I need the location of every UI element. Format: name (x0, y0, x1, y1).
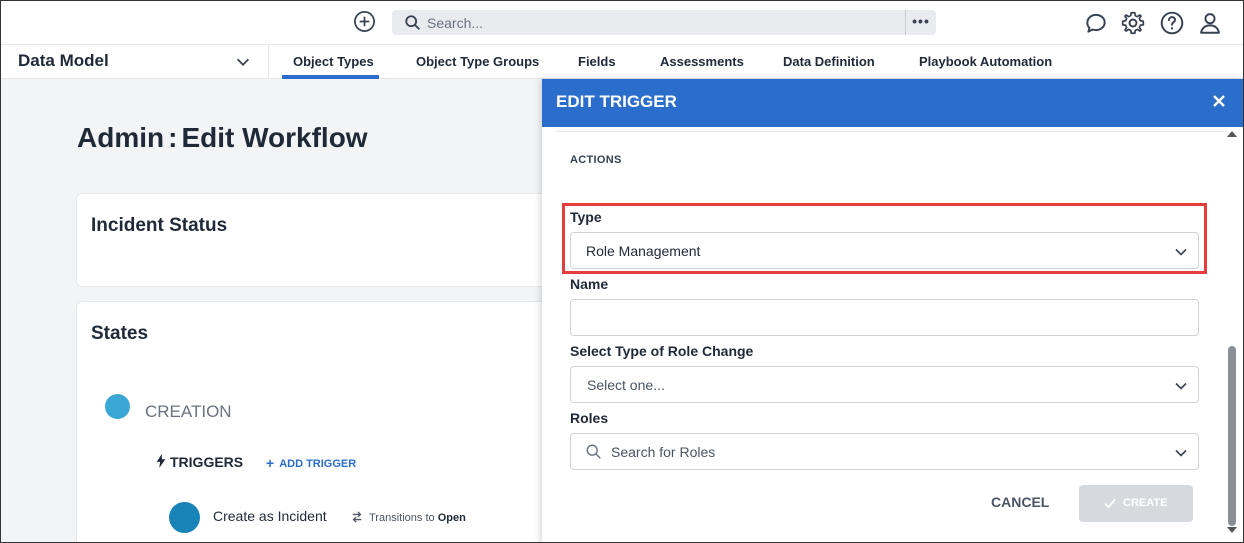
page-title: Admin: Edit Workflow (77, 122, 368, 154)
workflow-name: Incident Status (91, 215, 228, 236)
create-button-label: CREATE (1123, 497, 1168, 509)
check-icon (1104, 498, 1116, 509)
name-label: Name (570, 276, 609, 292)
roles-search-select[interactable]: Search for Roles (570, 433, 1199, 470)
role-change-label: Select Type of Role Change (570, 343, 754, 359)
transition-target: Open (437, 512, 466, 524)
tab-object-type-groups[interactable]: Object Type Groups (416, 54, 539, 69)
scroll-thumb[interactable] (1228, 346, 1236, 526)
tab-playbook-automation[interactable]: Playbook Automation (919, 54, 1052, 69)
search-icon (586, 444, 601, 459)
chevron-down-icon (1175, 382, 1187, 390)
search-more-button[interactable]: ••• (909, 10, 933, 35)
search-icon (405, 15, 420, 30)
tab-assessments[interactable]: Assessments (660, 54, 744, 69)
name-input[interactable] (570, 299, 1199, 336)
user-icon[interactable] (1197, 10, 1223, 36)
sub-navigation: Data Model Object Types Object Type Grou… (0, 45, 1244, 79)
state-name[interactable]: CREATION (145, 402, 232, 422)
search-placeholder: Search... (427, 15, 484, 31)
scroll-down-arrow[interactable] (1227, 527, 1237, 533)
triggers-label: TRIGGERS (170, 454, 244, 470)
drawer-title: EDIT TRIGGER (556, 92, 677, 111)
nav-divider (268, 45, 269, 79)
search-divider (905, 10, 906, 35)
create-button[interactable]: CREATE (1079, 485, 1193, 522)
plus-icon: + (266, 455, 275, 471)
tab-object-types[interactable]: Object Types (293, 54, 374, 69)
states-card: States (76, 301, 576, 543)
trigger-name[interactable]: Create as Incident (213, 508, 327, 524)
page-title-admin: Admin (77, 122, 165, 153)
tab-data-definition[interactable]: Data Definition (783, 54, 875, 69)
page-title-edit-workflow: Edit Workflow (181, 122, 368, 153)
role-change-placeholder: Select one... (587, 377, 665, 393)
transition-arrows-icon (352, 511, 362, 523)
transitions-label: Transitions to (369, 512, 435, 524)
triggers-heading: TRIGGERS (155, 454, 243, 470)
data-model-selector[interactable]: Data Model (18, 51, 109, 71)
scroll-up-arrow[interactable] (1227, 131, 1237, 137)
page-title-separator: : (168, 122, 178, 153)
states-heading: States (91, 323, 149, 344)
workflow-name-card: Incident Status (76, 193, 576, 287)
top-bar: Search... ••• (0, 0, 1244, 45)
trigger-indicator-dot (169, 502, 200, 533)
state-indicator-dot (105, 394, 130, 419)
chevron-down-icon (1175, 449, 1187, 457)
chevron-down-icon (1175, 248, 1187, 256)
role-change-select[interactable]: Select one... (570, 366, 1199, 403)
add-circle-icon[interactable] (353, 10, 376, 33)
global-search[interactable]: Search... ••• (392, 10, 936, 35)
drawer-divider (556, 131, 1228, 132)
actions-section-heading: ACTIONS (570, 154, 622, 166)
roles-placeholder: Search for Roles (611, 444, 716, 460)
add-trigger-button[interactable]: + ADD TRIGGER (266, 455, 356, 471)
edit-trigger-drawer: EDIT TRIGGER ACTIONS Type Role Managemen… (542, 79, 1244, 543)
roles-label: Roles (570, 410, 609, 426)
type-select[interactable]: Role Management (570, 232, 1199, 269)
type-label: Type (570, 209, 602, 225)
drawer-header: EDIT TRIGGER (542, 79, 1244, 127)
chat-icon[interactable] (1083, 10, 1109, 36)
add-trigger-label: ADD TRIGGER (279, 458, 357, 470)
help-icon[interactable] (1159, 10, 1185, 36)
lightning-icon (156, 454, 166, 468)
cancel-button[interactable]: CANCEL (991, 494, 1049, 510)
active-tab-indicator (282, 75, 379, 79)
drawer-scrollbar[interactable] (1226, 131, 1238, 541)
tab-fields[interactable]: Fields (578, 54, 616, 69)
close-icon[interactable] (1209, 91, 1229, 111)
gear-icon[interactable] (1120, 10, 1146, 36)
type-select-value: Role Management (586, 243, 701, 259)
chevron-down-icon[interactable] (234, 53, 252, 71)
trigger-transition: Transitions to Open (351, 511, 466, 524)
